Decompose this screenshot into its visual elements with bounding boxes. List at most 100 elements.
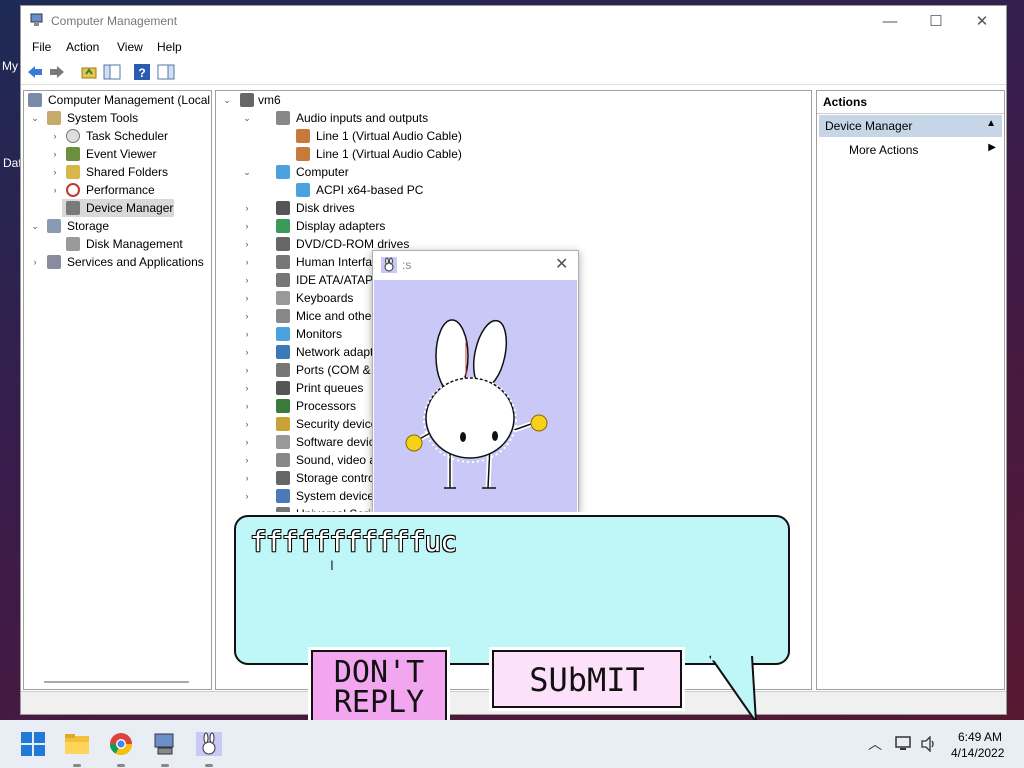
chevron-right-icon[interactable]: › — [242, 379, 252, 397]
shared-folder-icon — [66, 165, 80, 179]
running-indicator — [205, 764, 213, 767]
clock-time[interactable]: 6:49 AM — [958, 730, 1002, 744]
chrome-icon[interactable] — [108, 732, 134, 756]
device-tree-label: Security devices — [296, 417, 384, 431]
printer-icon — [276, 381, 290, 395]
chevron-down-icon[interactable]: ⌄ — [222, 91, 232, 109]
chevron-right-icon[interactable]: › — [242, 217, 252, 235]
chevron-down-icon[interactable]: ⌄ — [30, 217, 40, 235]
collapse-up-icon[interactable]: ▲ — [986, 118, 996, 129]
processor-icon — [276, 399, 290, 413]
tree-label: Disk Management — [86, 237, 183, 251]
chevron-right-icon[interactable]: › — [50, 181, 60, 199]
chevron-right-icon[interactable]: › — [242, 361, 252, 379]
storage-controller-icon — [276, 471, 290, 485]
device-tree-label: vm6 — [258, 93, 281, 107]
text-cursor-icon: I — [330, 557, 334, 573]
ide-icon — [276, 273, 290, 287]
submit-button[interactable]: SUbMIT — [492, 650, 682, 708]
chevron-right-icon[interactable]: › — [242, 199, 252, 217]
disk-icon — [66, 237, 80, 251]
chevron-right-icon[interactable]: › — [242, 325, 252, 343]
audio-cable-icon — [296, 129, 310, 143]
keyboard-icon — [276, 291, 290, 305]
security-device-icon — [276, 417, 290, 431]
up-folder-icon[interactable] — [80, 63, 98, 81]
clock-date[interactable]: 4/14/2022 — [951, 746, 1004, 760]
chevron-right-icon[interactable]: › — [242, 451, 252, 469]
dvd-drive-icon — [276, 237, 290, 251]
chevron-right-icon[interactable]: › — [242, 487, 252, 505]
more-actions-item[interactable]: More Actions ▶ — [819, 139, 1002, 161]
horizontal-scrollbar[interactable] — [44, 681, 189, 683]
event-viewer-icon — [66, 147, 80, 161]
device-manager-icon — [66, 201, 80, 215]
menu-file[interactable]: File — [32, 40, 51, 54]
chevron-right-icon[interactable]: › — [242, 343, 252, 361]
close-icon[interactable]: ✕ — [555, 254, 568, 274]
audio-cable-icon — [296, 147, 310, 161]
bunny-drawing — [405, 319, 548, 489]
chevron-right-icon[interactable]: › — [242, 469, 252, 487]
actions-section-label: Device Manager — [825, 119, 913, 133]
show-hide-tree-icon[interactable] — [103, 63, 121, 81]
chevron-down-icon[interactable]: ⌄ — [242, 109, 252, 127]
bunny-illustration — [374, 280, 577, 512]
chevron-right-icon[interactable]: › — [50, 145, 60, 163]
chevron-right-icon[interactable]: › — [50, 127, 60, 145]
chevron-up-icon[interactable]: ︿ — [868, 734, 882, 754]
actions-header: Actions — [817, 91, 1004, 114]
performance-icon — [66, 183, 80, 197]
device-tree-label: Audio inputs and outputs — [296, 111, 429, 125]
chevron-right-icon[interactable]: › — [50, 163, 60, 181]
menu-view[interactable]: View — [117, 40, 143, 54]
chevron-right-icon[interactable]: › — [242, 289, 252, 307]
back-arrow-icon[interactable] — [26, 63, 44, 81]
menu-bar: File Action View Help — [21, 38, 1006, 58]
reply-text-input[interactable]: fffffffffffuc — [250, 525, 457, 558]
hid-icon — [276, 255, 290, 269]
minimize-button[interactable]: — — [867, 6, 913, 36]
running-indicator — [117, 764, 125, 767]
chevron-right-icon[interactable]: › — [242, 253, 252, 271]
chevron-right-icon[interactable]: › — [242, 415, 252, 433]
system-device-icon — [276, 489, 290, 503]
chevron-right-icon[interactable]: › — [242, 433, 252, 451]
tree-label: Shared Folders — [86, 165, 169, 179]
device-tree-label: Processors — [296, 399, 357, 413]
chevron-down-icon[interactable]: ⌄ — [242, 163, 252, 181]
actions-section-device-manager[interactable]: Device Manager ▲ — [819, 115, 1002, 137]
chevron-right-icon[interactable]: › — [242, 271, 252, 289]
tree-item-device-manager[interactable]: Device Manager — [62, 199, 174, 217]
desktop-icon-label[interactable]: Dat — [3, 156, 22, 170]
forward-arrow-icon[interactable] — [48, 63, 66, 81]
file-explorer-icon[interactable] — [64, 732, 90, 756]
start-icon[interactable] — [20, 732, 46, 756]
computer-management-taskbar-icon[interactable] — [152, 732, 178, 756]
reply-bubble[interactable]: fffffffffffuc I — [234, 515, 790, 665]
menu-help[interactable]: Help — [157, 40, 182, 54]
chevron-down-icon[interactable]: ⌄ — [30, 109, 40, 127]
help-icon[interactable]: ? — [133, 63, 151, 81]
desktop-icon-label[interactable]: My — [2, 59, 18, 73]
services-icon — [47, 255, 61, 269]
close-button[interactable]: ✕ — [959, 6, 1005, 36]
tree-label: Event Viewer — [86, 147, 157, 161]
chevron-right-icon[interactable]: › — [242, 397, 252, 415]
chevron-right-icon[interactable]: › — [242, 307, 252, 325]
bubble-tail — [709, 655, 758, 726]
title-bar[interactable]: Computer Management — ☐ ✕ — [21, 6, 1006, 36]
volume-icon[interactable] — [920, 736, 938, 752]
chevron-right-icon[interactable]: › — [30, 253, 40, 271]
maximize-button[interactable]: ☐ — [913, 6, 959, 36]
show-action-pane-icon[interactable] — [157, 63, 175, 81]
popup-title: :s — [402, 258, 412, 272]
network-icon[interactable] — [895, 736, 913, 752]
popup-title-bar[interactable]: :s ✕ — [373, 251, 578, 279]
menu-action[interactable]: Action — [66, 40, 99, 54]
actions-title: Actions — [823, 95, 868, 109]
more-actions-label: More Actions — [849, 143, 919, 157]
chevron-right-icon[interactable]: › — [242, 235, 252, 253]
window-title: Computer Management — [51, 14, 178, 28]
bunny-taskbar-icon[interactable] — [196, 732, 222, 756]
